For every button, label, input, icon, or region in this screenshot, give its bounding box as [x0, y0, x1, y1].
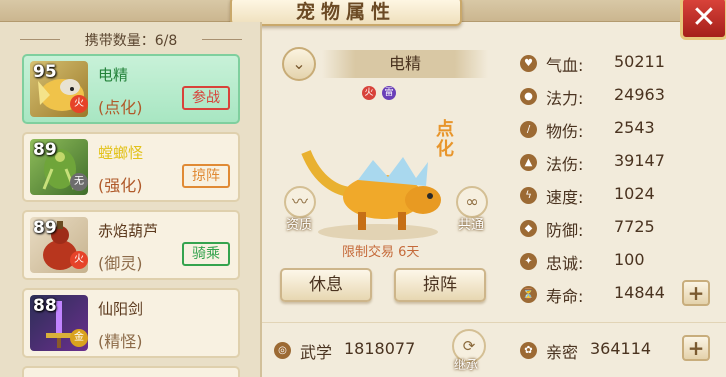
page-title: 宠物属性 — [295, 1, 396, 23]
pet-display: ⌄ 电精 火 雷 点化 〰 资质 ∞ 共通 限制交易 6天 休息 掠阵 — [262, 22, 508, 322]
pet-type: (御灵) — [98, 254, 143, 273]
pet-switch-button[interactable]: ⌄ — [282, 47, 316, 81]
pet-card-4[interactable]: 88 金 仙阳剑 (精怪) — [22, 288, 240, 358]
pet-avatar-2: 89 无 — [30, 139, 88, 195]
pet-type: (强化) — [98, 176, 143, 195]
rest-button[interactable]: 休息 — [280, 268, 372, 302]
stat-value: 100 — [614, 250, 645, 269]
pet-name: 赤焰葫芦 — [98, 222, 159, 240]
trade-limit: 限制交易 6天 — [342, 245, 420, 260]
drop-icon: ● — [520, 88, 537, 105]
pet-name: 电精 — [98, 66, 129, 84]
stat-label: 寿命: — [546, 287, 584, 306]
stat-value: 50211 — [614, 52, 665, 71]
pet-level: 89 — [33, 140, 57, 160]
stat-label: 物伤: — [546, 122, 584, 141]
pulse-icon: 〰 — [291, 192, 308, 211]
aptitude-label: 资质 — [286, 218, 313, 233]
pet-type: (点化) — [98, 98, 143, 117]
pet-avatar-3: 89 火 — [30, 217, 88, 273]
pet-avatar-4: 88 金 — [30, 295, 88, 351]
add-intimacy-button[interactable]: + — [682, 335, 710, 361]
shield-icon: ◆ — [520, 220, 537, 237]
intimacy-stat: ✿ 亲密 364114 — [520, 339, 690, 363]
intimacy-icon: ✿ — [520, 342, 537, 359]
pet-card-2[interactable]: 89 无 螳螂怪 (强化) 掠阵 — [22, 132, 240, 202]
pet-card-1[interactable]: 95 火 电精 (点化) 参战 — [22, 54, 240, 124]
carry-count: 携带数量：6/8 — [20, 30, 242, 50]
plus-icon: + — [687, 281, 705, 305]
divider-right — [202, 39, 242, 40]
element-metal-icon: 金 — [70, 329, 88, 347]
pet-name-display: 电精 — [388, 54, 421, 73]
pet-list-panel: 携带数量：6/8 95 火 电精 (点化) 参战 89 无 螳螂怪 (强化) 掠… — [0, 22, 262, 377]
plus-icon: + — [687, 336, 705, 360]
infinity-icon: ∞ — [465, 192, 479, 211]
element-fire-icon: 火 — [70, 251, 88, 269]
divider-left — [20, 39, 60, 40]
pet-level: 89 — [33, 218, 57, 238]
martial-arts-stat: ◎ 武学 1818077 — [274, 339, 444, 363]
thunder-element-icon: 雷 — [382, 86, 396, 100]
martial-value: 1818077 — [344, 339, 416, 358]
chevron-down-icon: ⌄ — [292, 54, 306, 73]
lifespan-icon: ⏳ — [520, 286, 537, 303]
pet-level: 88 — [33, 296, 57, 316]
stat-label: 忠诚: — [546, 254, 584, 273]
stat-label: 防御: — [546, 221, 584, 240]
sword-icon: / — [520, 121, 537, 138]
element-fire-icon: 火 — [70, 95, 88, 113]
stat-value: 39147 — [614, 151, 665, 170]
pet-name: 螳螂怪 — [98, 144, 144, 162]
martial-label: 武学 — [300, 343, 333, 362]
intimacy-value: 364114 — [590, 339, 652, 358]
refresh-icon: ⟳ — [462, 337, 476, 355]
lightning-icon: ϟ — [520, 187, 537, 204]
stat-label: 气血: — [546, 56, 584, 75]
pet-type: (精怪) — [98, 332, 143, 351]
stat-value: 7725 — [614, 217, 655, 236]
pet-level: 95 — [33, 62, 57, 82]
pet-model-image — [301, 149, 441, 240]
pet-name-bar: 电精 — [322, 50, 488, 78]
fire-element-icon: 火 — [362, 86, 376, 100]
stat-label: 速度: — [546, 188, 584, 207]
common-label: 共通 — [458, 218, 485, 233]
status-badge: 掠阵 — [182, 164, 230, 188]
pet-avatar-1: 95 火 — [30, 61, 88, 117]
intimacy-label: 亲密 — [546, 343, 579, 362]
pet-name: 仙阳剑 — [98, 300, 144, 318]
stat-label: 法力: — [546, 89, 584, 108]
martial-arts-icon: ◎ — [274, 342, 291, 359]
pet-attributes-panel: 宠物属性 ✕ 携带数量：6/8 95 火 电精 (点化) 参战 89 无 螳螂怪… — [0, 0, 726, 377]
carry-value: 6/8 — [154, 33, 178, 49]
inherit-label: 继承 — [454, 358, 479, 372]
stat-value: 2543 — [614, 118, 655, 137]
status-badge: 参战 — [182, 86, 230, 110]
bottom-row: ◎ 武学 1818077 ⟳ 继承 ✿ 亲密 364114 + — [262, 322, 726, 377]
stats-panel: ♥ 气血: 50211 ● 法力: 24963 / 物伤: 2543 ▲ 法伤: 39147 ϟ… — [512, 22, 726, 322]
pet-card-3[interactable]: 89 火 赤焰葫芦 (御灵) 骑乘 — [22, 210, 240, 280]
loyalty-icon: ✦ — [520, 253, 537, 270]
element-none-icon: 无 — [70, 173, 88, 191]
status-badge: 骑乘 — [182, 242, 230, 266]
skirmish-button[interactable]: 掠阵 — [394, 268, 486, 302]
stat-value: 24963 — [614, 85, 665, 104]
pet-card-5-partial[interactable] — [22, 366, 240, 377]
stat-value: 14844 — [614, 283, 665, 302]
add-lifespan-button[interactable]: + — [682, 280, 710, 306]
stat-label: 法伤: — [546, 155, 584, 174]
heart-icon: ♥ — [520, 55, 537, 72]
stat-value: 1024 — [614, 184, 655, 203]
carry-label: 携带数量： — [84, 33, 155, 49]
fire-icon: ▲ — [520, 154, 537, 171]
